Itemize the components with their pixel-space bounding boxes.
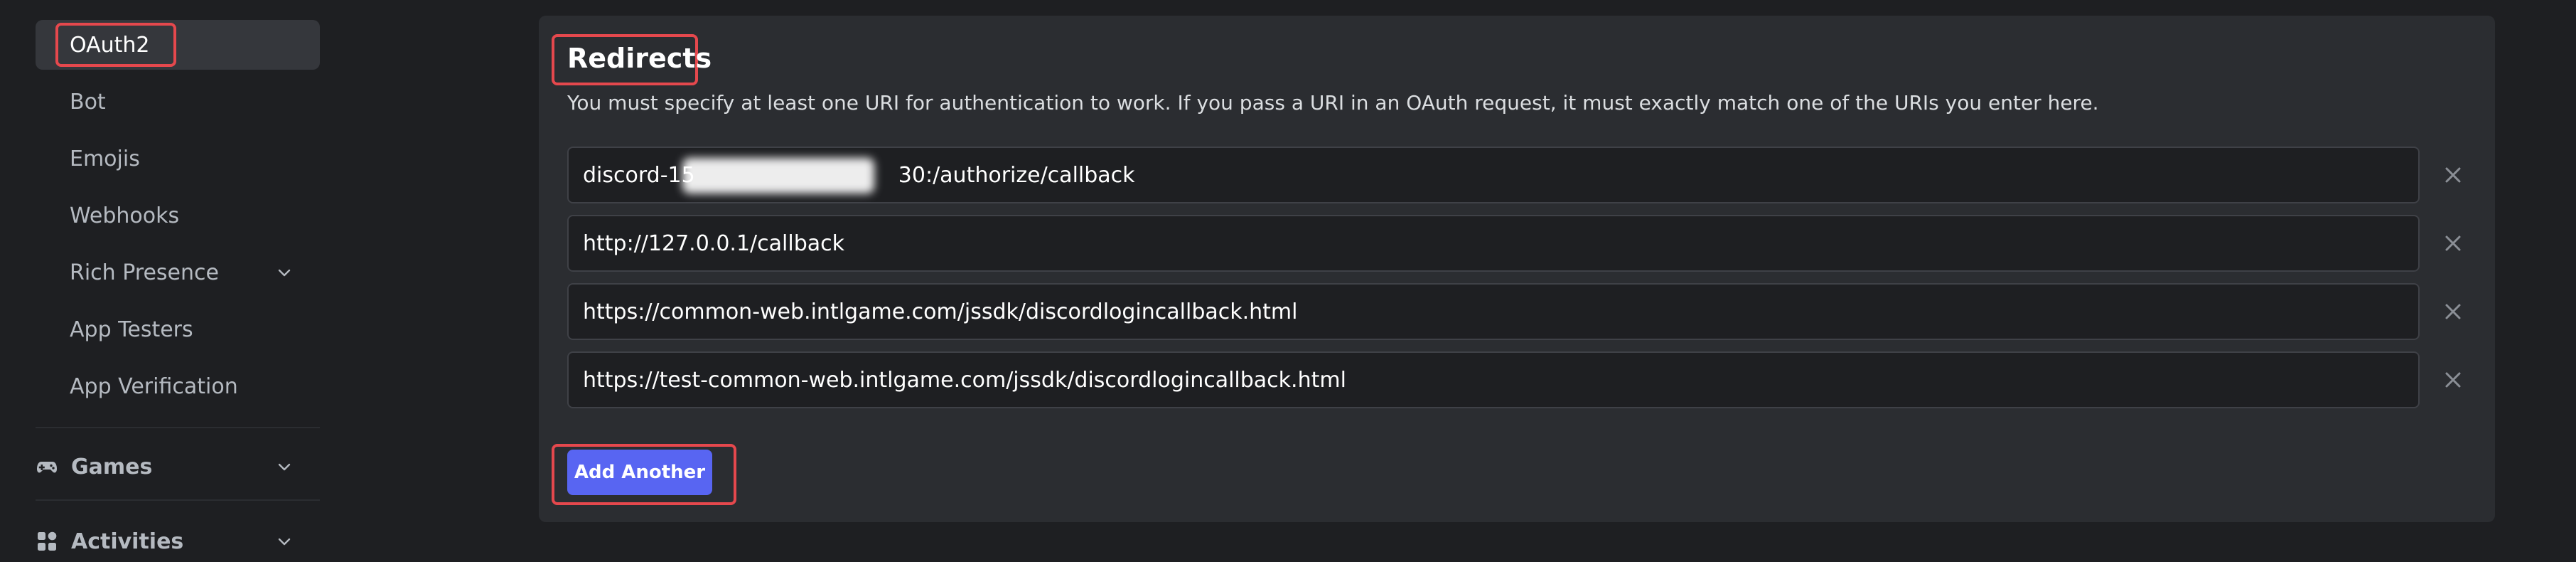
chevron-down-icon (278, 463, 291, 471)
redirect-uri-input[interactable] (569, 285, 2418, 339)
chevron-down-icon (278, 538, 291, 546)
gamepad-icon (36, 455, 58, 478)
sidebar-item-label: Emojis (70, 146, 140, 171)
sidebar-item-webhooks[interactable]: Webhooks (36, 191, 320, 240)
activities-icon (36, 530, 58, 553)
remove-uri-button[interactable] (2435, 294, 2471, 329)
redirect-uri-input[interactable] (569, 353, 2418, 407)
section-title: Redirects (567, 43, 712, 74)
sidebar-item-label: App Testers (70, 317, 193, 342)
sidebar-item-label: OAuth2 (70, 32, 150, 58)
close-icon (2445, 235, 2461, 251)
sidebar-divider (36, 499, 320, 501)
remove-uri-button[interactable] (2435, 362, 2471, 398)
sidebar-item-app-testers[interactable]: App Testers (36, 304, 320, 354)
sidebar-item-app-verification[interactable]: App Verification (36, 361, 320, 411)
sidebar-item-bot[interactable]: Bot (36, 77, 320, 127)
redirect-uri-row (567, 351, 2420, 408)
remove-uri-button[interactable] (2435, 226, 2471, 261)
remove-uri-button[interactable] (2435, 157, 2471, 193)
redirect-uri-row (567, 215, 2420, 272)
sidebar: OAuth2 Bot Emojis Webhooks Rich Presence… (0, 0, 334, 562)
redirect-uri-row (567, 283, 2420, 340)
sidebar-section-label: Activities (71, 529, 184, 554)
sidebar-item-label: Webhooks (70, 203, 180, 228)
close-icon (2445, 167, 2461, 183)
sidebar-section-label: Games (71, 454, 153, 479)
sidebar-item-emojis[interactable]: Emojis (36, 134, 320, 184)
sidebar-item-rich-presence[interactable]: Rich Presence (36, 248, 320, 297)
sidebar-section-games[interactable]: Games (36, 442, 320, 492)
add-another-button[interactable]: Add Another (567, 450, 712, 495)
sidebar-item-label: Rich Presence (70, 260, 219, 285)
sidebar-item-label: Bot (70, 89, 106, 115)
chevron-down-icon (278, 269, 291, 277)
sidebar-item-oauth2[interactable]: OAuth2 (36, 20, 320, 70)
redirect-uri-input[interactable] (569, 216, 2418, 270)
redirects-panel: Redirects You must specify at least one … (539, 16, 2495, 522)
developer-portal-page: OAuth2 Bot Emojis Webhooks Rich Presence… (0, 0, 2576, 562)
section-description: You must specify at least one URI for au… (567, 91, 2099, 115)
redirect-uri-row (567, 147, 2420, 203)
sidebar-section-activities[interactable]: Activities (36, 516, 320, 562)
redacted-region (682, 158, 874, 193)
close-icon (2445, 304, 2461, 319)
close-icon (2445, 372, 2461, 388)
sidebar-divider (36, 427, 320, 428)
sidebar-item-label: App Verification (70, 373, 238, 399)
